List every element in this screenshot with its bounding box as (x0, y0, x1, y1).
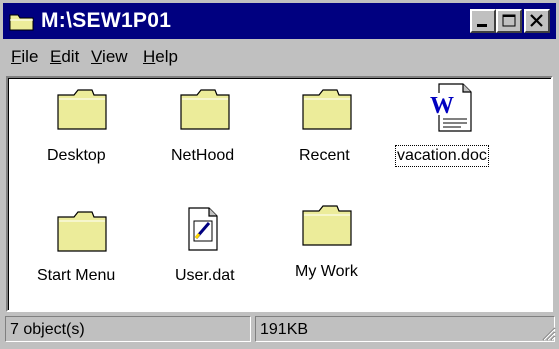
object-count: 7 object(s) (10, 321, 85, 338)
close-icon (530, 14, 543, 27)
menu-help[interactable]: Help (143, 47, 178, 67)
status-bar: 7 object(s) 191KB (3, 314, 556, 346)
minimize-button[interactable] (470, 9, 496, 33)
folder-icon (302, 205, 352, 246)
svg-text:W: W (430, 93, 454, 119)
data-file-icon (188, 207, 218, 251)
maximize-button[interactable] (496, 9, 522, 33)
item-label: Start Menu (37, 267, 116, 284)
item-label: My Work (295, 263, 358, 280)
title-bar[interactable]: M:\SEW1P01 (3, 3, 556, 39)
word-document-icon: W (429, 83, 472, 132)
close-button[interactable] (524, 9, 550, 33)
minimize-icon (477, 24, 487, 27)
folder-icon (9, 14, 34, 31)
menu-file[interactable]: File (11, 47, 38, 67)
status-panel-size: 191KB (255, 316, 555, 342)
file-view[interactable]: Desktop NetHood Recent W vacation.doc St… (6, 76, 553, 312)
menu-bar: File Edit View Help (3, 41, 556, 74)
item-label: Recent (299, 147, 350, 164)
status-panel-count: 7 object(s) (5, 316, 251, 342)
total-size: 191KB (260, 321, 309, 338)
file-view-pane: Desktop NetHood Recent W vacation.doc St… (8, 78, 551, 310)
explorer-window: M:\SEW1P01 File Edit View Help Desktop N… (0, 0, 559, 349)
folder-icon (57, 89, 107, 130)
item-label: NetHood (171, 147, 235, 164)
menu-edit[interactable]: Edit (50, 47, 79, 67)
resize-grip-icon[interactable] (541, 326, 556, 341)
item-label: Desktop (47, 147, 106, 164)
item-label: User.dat (175, 267, 235, 284)
maximize-icon (502, 14, 516, 27)
item-label: vacation.doc (395, 145, 489, 167)
window-title: M:\SEW1P01 (41, 9, 172, 32)
folder-icon (180, 89, 230, 130)
menu-view[interactable]: View (91, 47, 128, 67)
folder-icon (302, 89, 352, 130)
folder-icon (57, 211, 107, 252)
